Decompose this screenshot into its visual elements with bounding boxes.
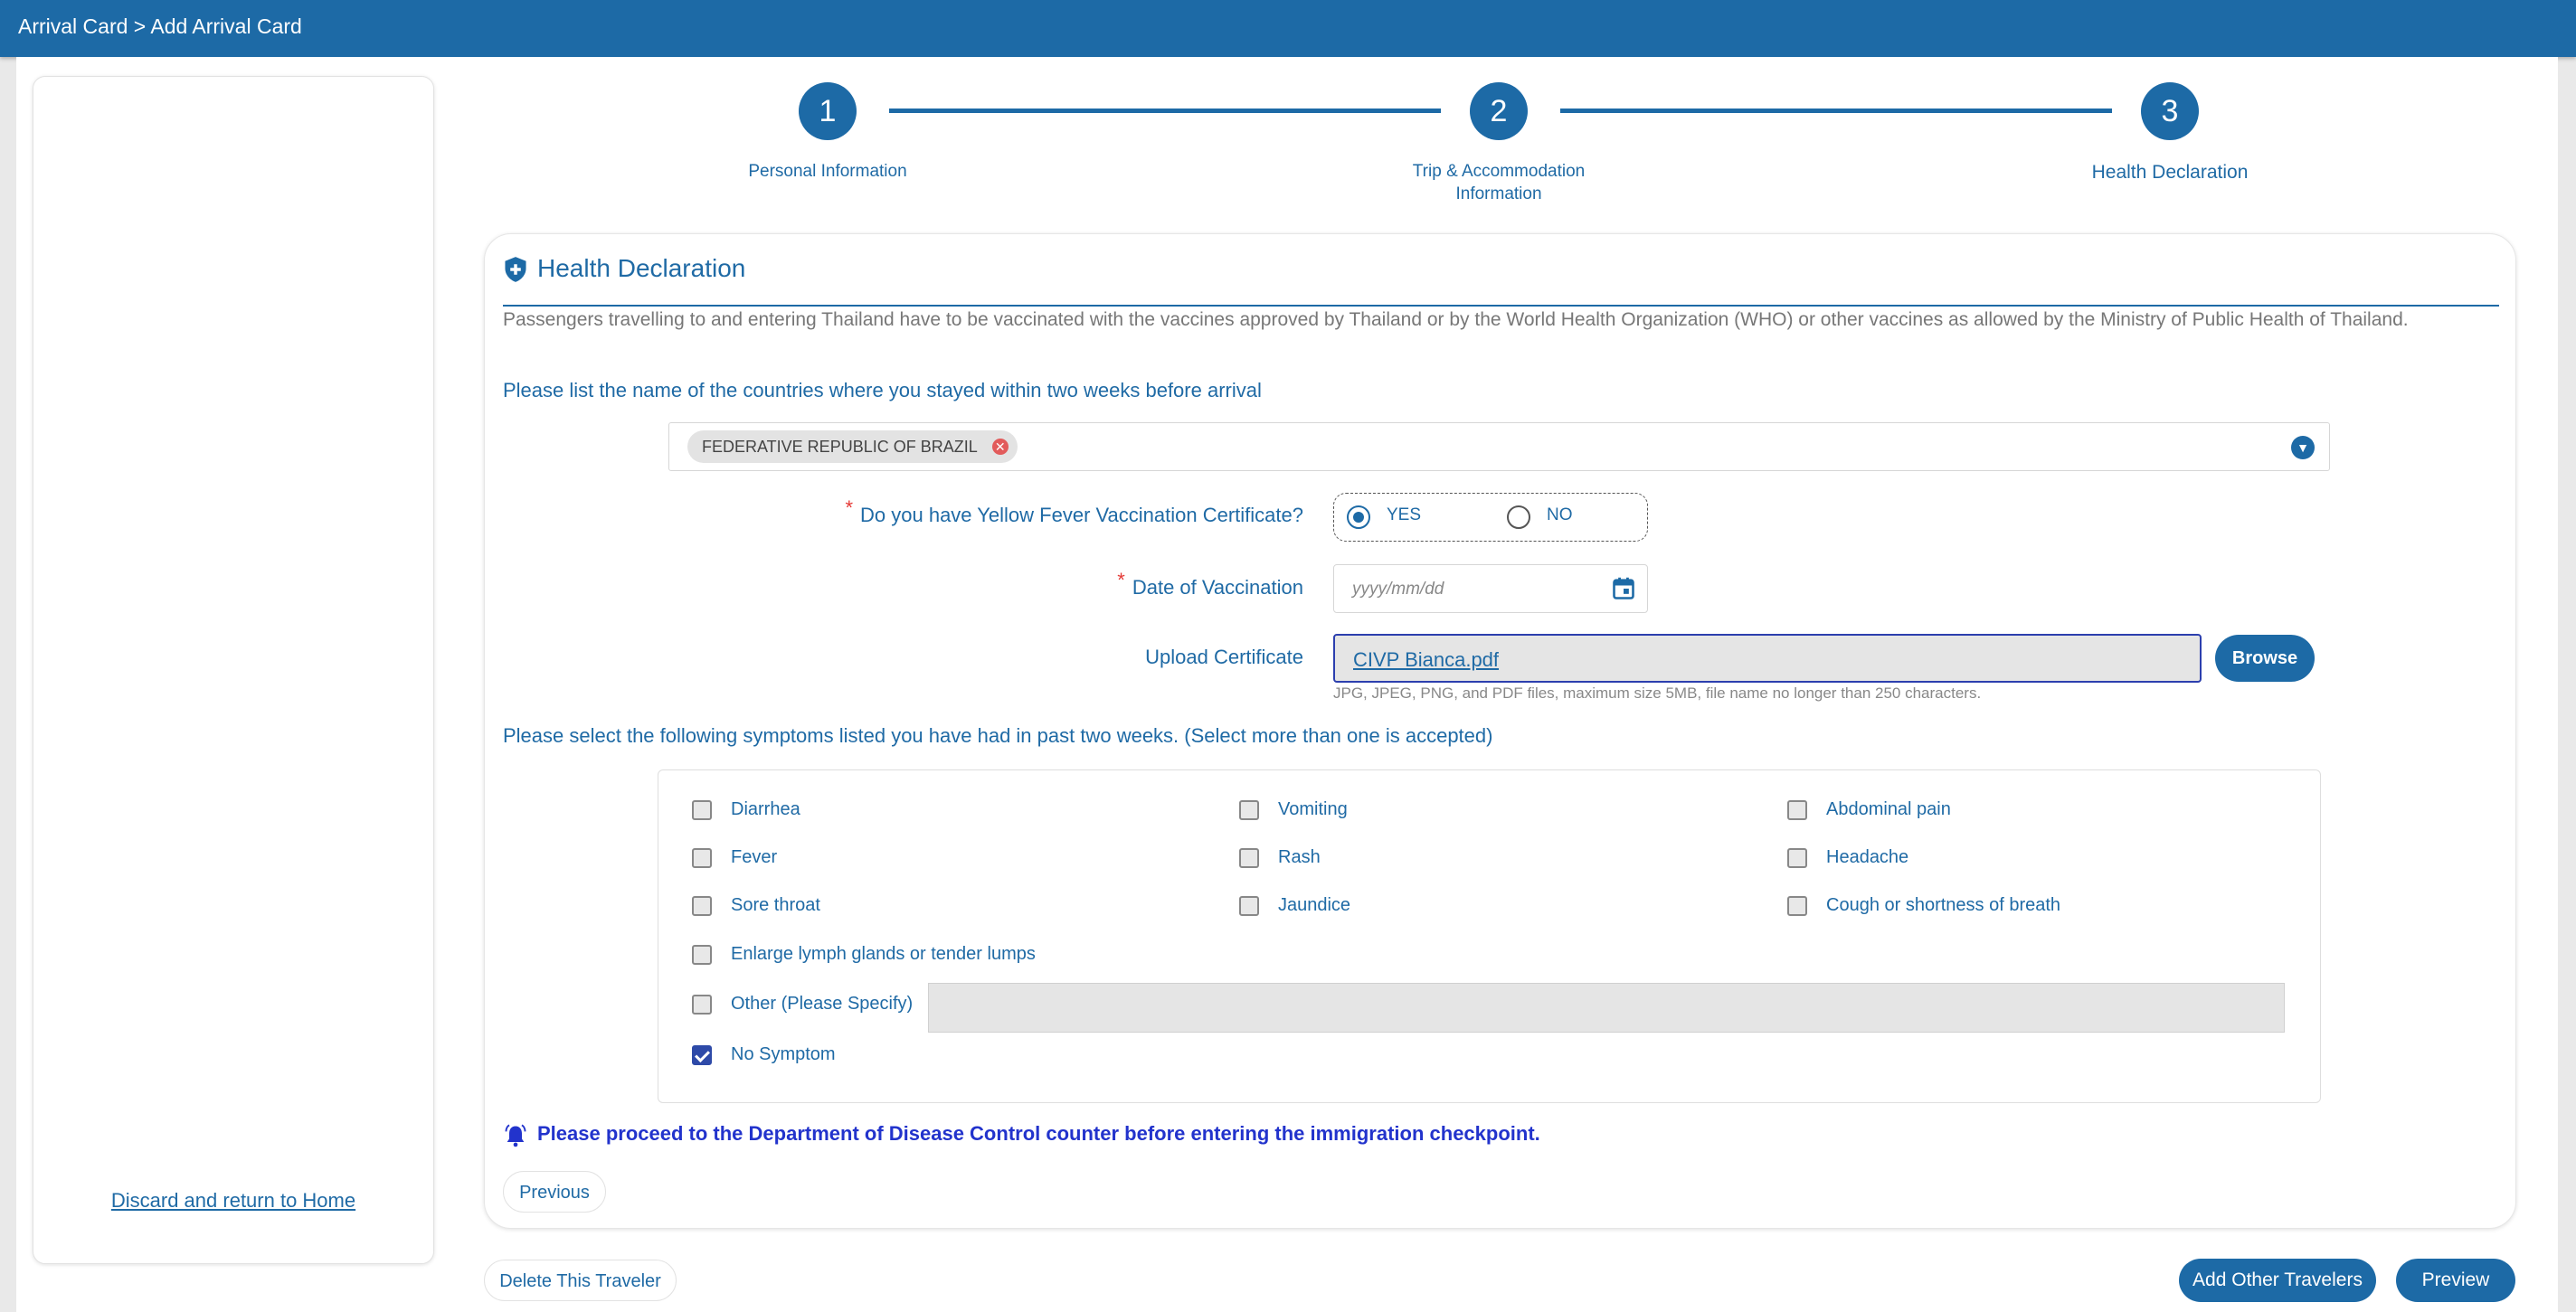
checkbox-lymph[interactable]: [692, 945, 712, 965]
step-1-circle[interactable]: 1: [799, 82, 857, 140]
vaccination-date-input[interactable]: yyyy/mm/dd: [1333, 564, 1648, 613]
checkbox-no-symptom[interactable]: [692, 1045, 712, 1065]
label-cough[interactable]: Cough or shortness of breath: [1826, 895, 2060, 916]
yellow-fever-radio-group: YES NO: [1333, 493, 1648, 542]
upload-label: Upload Certificate: [1145, 646, 1303, 668]
checkbox-sore-throat[interactable]: [692, 896, 712, 916]
checkbox-jaundice[interactable]: [1239, 896, 1259, 916]
step-3-label: Health Declaration: [2091, 162, 2249, 183]
other-specify-input[interactable]: [928, 983, 2285, 1033]
step-2-label-line2: Information: [1455, 184, 1542, 203]
radio-yes[interactable]: [1347, 505, 1370, 529]
section-title: Health Declaration: [537, 254, 746, 282]
alert-message: Please proceed to the Department of Dise…: [503, 1122, 1540, 1147]
label-fever[interactable]: Fever: [731, 847, 777, 868]
vaccination-date-label: Date of Vaccination: [1132, 576, 1303, 599]
add-other-travelers-button[interactable]: Add Other Travelers: [2179, 1259, 2376, 1302]
checkbox-diarrhea[interactable]: [692, 800, 712, 820]
close-circle-icon[interactable]: ✕: [991, 439, 1009, 455]
label-rash[interactable]: Rash: [1278, 847, 1321, 868]
radio-no[interactable]: [1507, 505, 1530, 529]
radio-no-label[interactable]: NO: [1547, 505, 1573, 525]
label-other[interactable]: Other (Please Specify): [731, 994, 913, 1015]
step-connector-2: [1560, 109, 2112, 113]
top-bar: Arrival Card > Add Arrival Card: [0, 0, 2576, 57]
alarm-bell-icon: [505, 1124, 526, 1147]
checkbox-headache[interactable]: [1787, 848, 1807, 868]
checkbox-rash[interactable]: [1239, 848, 1259, 868]
discard-return-home-link[interactable]: Discard and return to Home: [33, 1189, 433, 1213]
country-chip-label: FEDERATIVE REPUBLIC OF BRAZIL: [702, 438, 978, 456]
label-sore-throat[interactable]: Sore throat: [731, 895, 820, 916]
preview-button[interactable]: Preview: [2396, 1259, 2515, 1302]
label-vomiting[interactable]: Vomiting: [1278, 799, 1348, 820]
checkbox-fever[interactable]: [692, 848, 712, 868]
label-diarrhea[interactable]: Diarrhea: [731, 799, 800, 820]
yellow-fever-label: Do you have Yellow Fever Vaccination Cer…: [860, 504, 1303, 526]
shield-plus-icon: [505, 257, 526, 282]
required-asterisk: *: [1117, 569, 1125, 591]
step-2-circle[interactable]: 2: [1470, 82, 1528, 140]
label-no-symptom[interactable]: No Symptom: [731, 1044, 836, 1065]
label-lymph[interactable]: Enlarge lymph glands or tender lumps: [731, 944, 1036, 965]
date-placeholder: yyyy/mm/dd: [1352, 580, 1444, 599]
radio-yes-label[interactable]: YES: [1387, 505, 1421, 525]
delete-traveler-button[interactable]: Delete This Traveler: [484, 1260, 677, 1301]
vaccination-date-label-row: * Date of Vaccination: [575, 569, 1303, 599]
required-asterisk: *: [845, 496, 854, 519]
breadcrumb: Arrival Card > Add Arrival Card: [18, 14, 302, 38]
label-abdominal-pain[interactable]: Abdominal pain: [1826, 799, 1951, 820]
checkbox-cough[interactable]: [1787, 896, 1807, 916]
symptoms-question: Please select the following symptoms lis…: [503, 724, 1493, 747]
upload-certificate-field[interactable]: CIVP Bianca.pdf: [1333, 634, 2202, 683]
step-3-circle[interactable]: 3: [2141, 82, 2199, 140]
country-chip: FEDERATIVE REPUBLIC OF BRAZIL ✕: [687, 430, 1018, 463]
calendar-icon[interactable]: [1611, 576, 1636, 601]
label-jaundice[interactable]: Jaundice: [1278, 895, 1350, 916]
health-declaration-card: Health Declaration Passengers travelling…: [484, 233, 2516, 1229]
chevron-down-icon[interactable]: ▼: [2291, 436, 2315, 459]
uploaded-file-link[interactable]: CIVP Bianca.pdf: [1353, 648, 1499, 672]
upload-hint: JPG, JPEG, PNG, and PDF files, maximum s…: [1333, 684, 1982, 702]
step-2-label-line1: Trip & Accommodation: [1412, 162, 1586, 181]
label-headache[interactable]: Headache: [1826, 847, 1908, 868]
checkbox-other[interactable]: [692, 995, 712, 1015]
checkbox-abdominal-pain[interactable]: [1787, 800, 1807, 820]
symptoms-box: Diarrhea Vomiting Abdominal pain Fever R…: [658, 769, 2321, 1103]
step-connector-1: [889, 109, 1441, 113]
yellow-fever-label-row: * Do you have Yellow Fever Vaccination Ce…: [575, 496, 1303, 527]
countries-question: Please list the name of the countries wh…: [503, 379, 1262, 401]
step-1-label: Personal Information: [748, 162, 907, 181]
countries-multiselect[interactable]: FEDERATIVE REPUBLIC OF BRAZIL ✕ ▼: [668, 422, 2330, 471]
checkbox-vomiting[interactable]: [1239, 800, 1259, 820]
sidebar: Discard and return to Home: [33, 76, 434, 1264]
previous-button[interactable]: Previous: [503, 1171, 606, 1213]
alert-text: Please proceed to the Department of Dise…: [537, 1122, 1540, 1145]
browse-button[interactable]: Browse: [2215, 635, 2315, 682]
intro-text: Passengers travelling to and entering Th…: [503, 309, 2409, 330]
step-2-label: Trip & Accommodation Information: [1363, 160, 1634, 205]
